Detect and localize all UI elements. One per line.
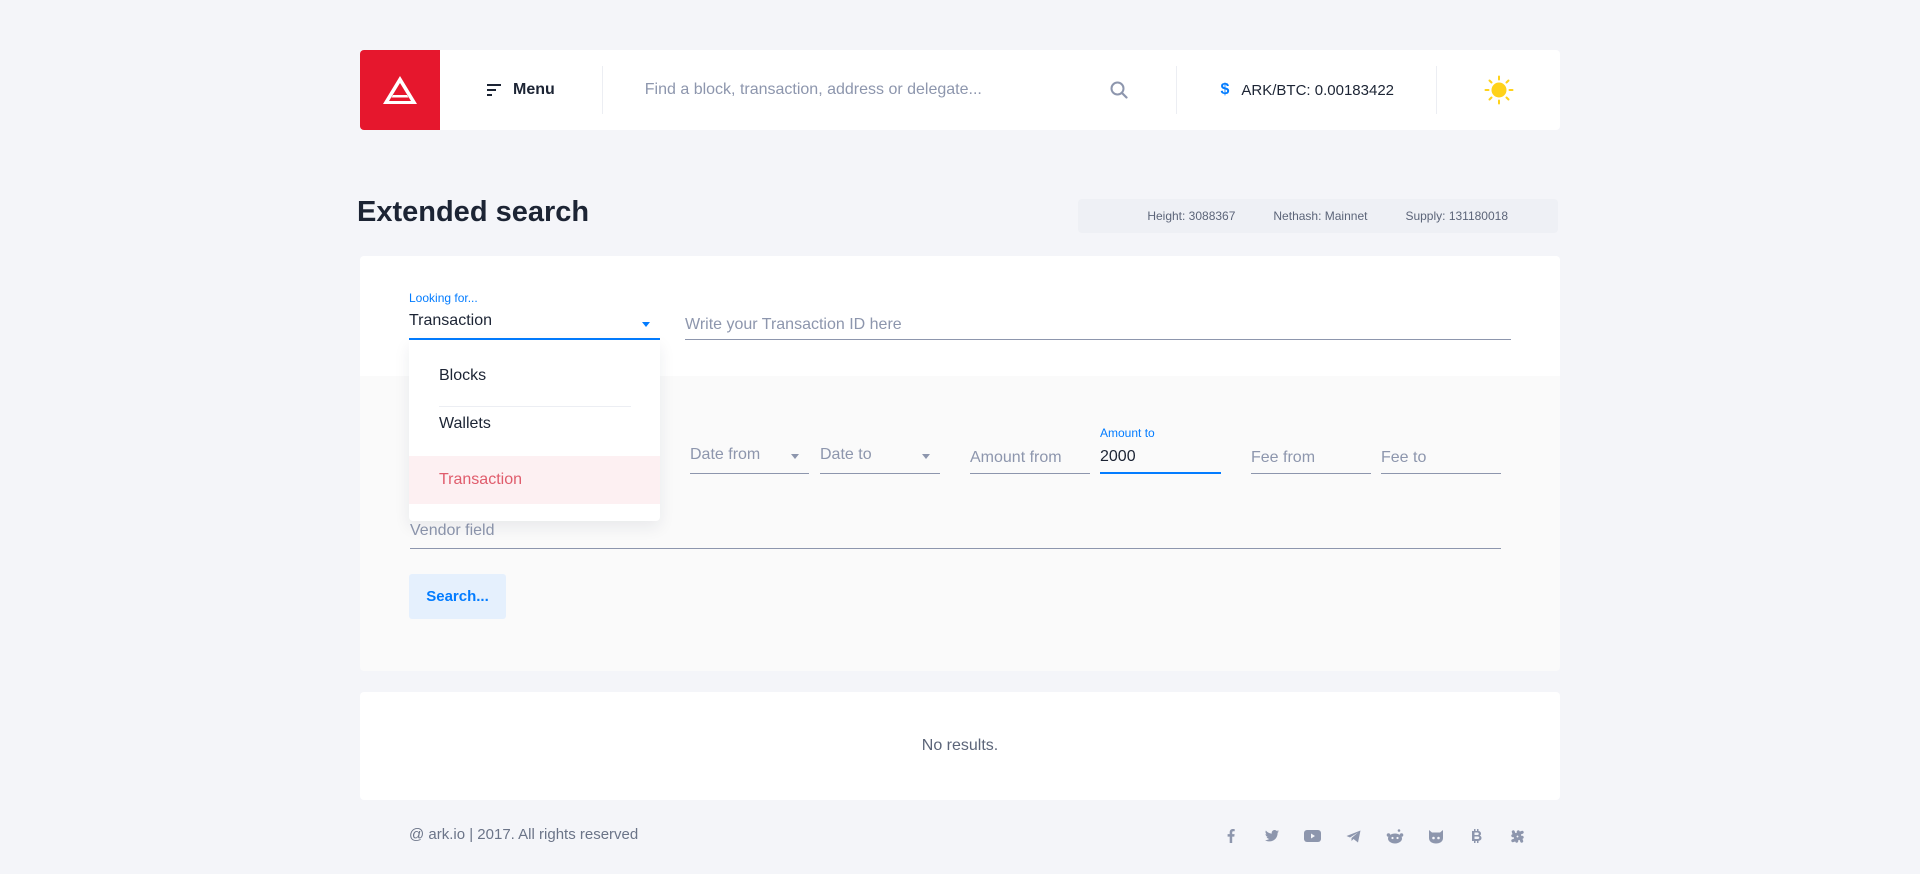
dollar-icon: $ xyxy=(1220,81,1230,98)
sun-icon xyxy=(1484,75,1513,105)
youtube-icon[interactable] xyxy=(1292,826,1333,846)
github-icon[interactable] xyxy=(1415,826,1456,846)
dropdown-option-transaction[interactable]: Transaction xyxy=(409,456,660,504)
date-to-select[interactable]: Date to xyxy=(820,436,940,474)
theme-toggle[interactable] xyxy=(1437,66,1560,114)
copyright-text: @ ark.io | 2017. All rights reserved xyxy=(409,826,639,843)
reddit-icon[interactable] xyxy=(1374,826,1415,846)
network-stats: Height: 3088367 Nethash: Mainnet Supply:… xyxy=(1078,199,1558,233)
stat-height: Height: 3088367 xyxy=(1147,209,1236,223)
twitter-icon[interactable] xyxy=(1251,826,1292,846)
amount-from-input[interactable] xyxy=(970,442,1090,474)
slack-icon[interactable] xyxy=(1497,826,1538,846)
amount-to-label: Amount to xyxy=(1100,426,1155,440)
stat-nethash: Nethash: Mainnet xyxy=(1273,209,1368,223)
social-links xyxy=(1210,826,1538,846)
dropdown-option-wallets[interactable]: Wallets xyxy=(409,400,660,448)
bitcointalk-icon[interactable] xyxy=(1456,826,1497,846)
chevron-down-icon xyxy=(791,454,799,459)
menu-button[interactable]: Menu xyxy=(440,66,603,114)
chevron-down-icon xyxy=(642,322,650,327)
menu-label: Menu xyxy=(513,81,555,98)
ark-logo[interactable] xyxy=(360,50,440,130)
looking-for-label: Looking for... xyxy=(409,291,478,305)
ark-logo-icon xyxy=(383,76,417,104)
fee-from-input[interactable] xyxy=(1251,442,1371,474)
price-ticker[interactable]: $ ARK/BTC: 0.00183422 xyxy=(1177,66,1437,114)
stat-supply: Supply: 131180018 xyxy=(1405,209,1508,223)
no-results-text: No results. xyxy=(921,737,999,754)
page-title: Extended search xyxy=(357,196,590,228)
results-panel: No results. xyxy=(360,692,1560,800)
looking-for-dropdown: Blocks Wallets Transaction xyxy=(409,340,660,521)
telegram-icon[interactable] xyxy=(1333,826,1374,846)
menu-icon xyxy=(487,84,501,96)
top-navbar: Menu $ ARK/BTC: 0.00183422 xyxy=(360,50,1560,130)
looking-for-value: Transaction xyxy=(409,312,492,329)
date-to-label: Date to xyxy=(820,446,872,463)
fee-to-input[interactable] xyxy=(1381,442,1501,474)
global-search xyxy=(603,66,1177,114)
transaction-id-input[interactable] xyxy=(685,311,1511,340)
chevron-down-icon xyxy=(922,454,930,459)
facebook-icon[interactable] xyxy=(1210,826,1251,846)
looking-for-select[interactable]: Transaction xyxy=(409,307,660,340)
search-button[interactable]: Search... xyxy=(409,574,506,619)
date-from-select[interactable]: Date from xyxy=(690,436,809,474)
date-from-label: Date from xyxy=(690,446,761,463)
dropdown-option-blocks[interactable]: Blocks xyxy=(409,352,660,400)
global-search-input[interactable] xyxy=(644,81,1110,99)
amount-to-input[interactable] xyxy=(1100,442,1221,474)
search-icon[interactable] xyxy=(1110,81,1128,99)
price-label: ARK/BTC: 0.00183422 xyxy=(1241,81,1394,99)
